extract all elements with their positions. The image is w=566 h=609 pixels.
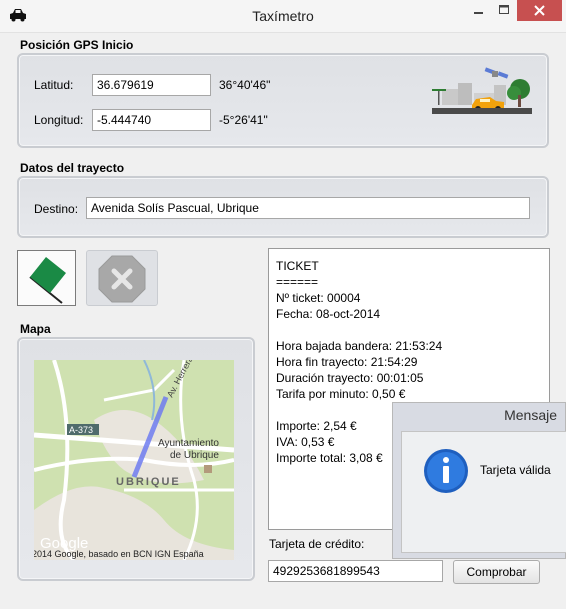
map-townhall-label-2: de Ubrique [170,450,219,461]
ticket-line: Hora bajada bandera: 21:53:24 [276,339,443,353]
minimize-button[interactable] [465,0,491,21]
stop-trip-button[interactable] [86,250,158,306]
ticket-line: Hora fin trayecto: 21:54:29 [276,355,418,369]
map-town-label: UBRIQUE [116,476,181,488]
dialog-body: Tarjeta válida [401,431,566,553]
satellite-icon [484,67,509,79]
flag-icon [29,257,66,304]
map-section-title: Mapa [20,322,51,336]
close-button[interactable] [517,0,562,21]
map-image: A-373 Av. Herrera Oria Ayuntamiento de U… [34,360,234,560]
stop-octagon-icon [98,255,146,303]
check-card-button[interactable]: Comprobar [453,560,540,584]
ticket-line: ====== [276,275,319,289]
ticket-line: Nº ticket: 00004 [276,291,361,305]
gps-section-title: Posición GPS Inicio [20,38,134,52]
message-dialog: Mensaje Tarjeta válida [392,402,566,559]
trip-section-title: Datos del trayecto [20,161,125,175]
card-number-field[interactable]: 4929253681899543 [268,560,443,582]
title-bar: Taxímetro [0,0,566,33]
route-map[interactable]: A-373 Av. Herrera Oria Ayuntamiento de U… [34,360,234,560]
dialog-message: Tarjeta válida [480,463,551,477]
dialog-title: Mensaje [504,407,557,423]
ticket-line: Tarifa por minuto: 0,50 € [276,387,406,401]
ticket-line: TICKET [276,259,319,273]
longitude-field[interactable]: -5.444740 [92,109,211,131]
latitude-field[interactable]: 36.679619 [92,74,211,96]
map-copyright: 2014 Google, basado en BCN IGN España [34,549,204,559]
info-icon [424,449,468,493]
ticket-line: Fecha: 08-oct-2014 [276,307,381,321]
longitude-label: Longitud: [34,113,84,127]
card-label: Tarjeta de crédito: [269,537,365,551]
latitude-dms: 36°40'46" [219,78,271,92]
townhall-marker-icon [204,465,212,473]
map-townhall-label-1: Ayuntamiento [158,438,219,449]
ticket-line: Duración trayecto: 00:01:05 [276,371,424,385]
start-trip-button[interactable] [17,250,76,306]
destination-field[interactable]: Avenida Solís Pascual, Ubrique [86,197,530,219]
maximize-button[interactable] [491,0,517,21]
longitude-dms: -5°26'41" [219,113,268,127]
destination-label: Destino: [34,202,79,216]
close-icon [534,5,545,16]
taximetro-window: Taxímetro Posición GPS Inicio Latitud: 3… [0,0,566,609]
taxi-gps-illustration [432,67,532,114]
minimize-icon [474,12,483,14]
latitude-label: Latitud: [34,78,74,92]
map-road-label: A-373 [69,425,93,435]
maximize-icon [499,5,509,14]
ticket-line [276,322,542,338]
